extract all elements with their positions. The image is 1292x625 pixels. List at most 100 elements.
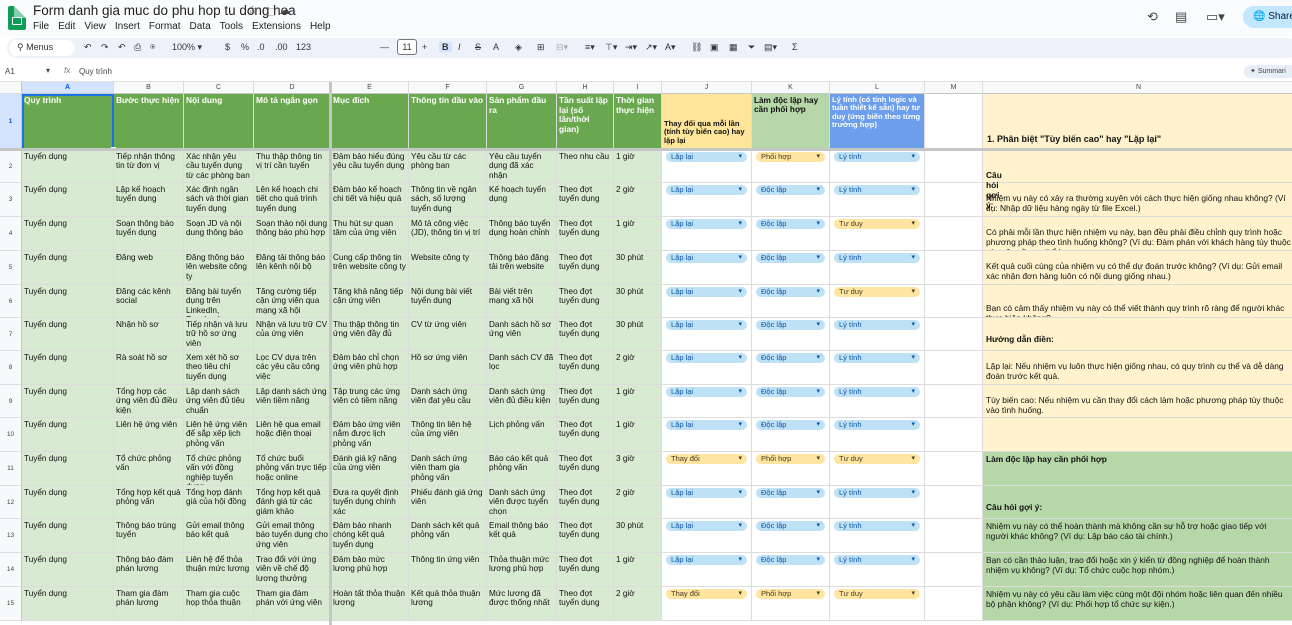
dropdown-cell-l[interactable]: Lý tính xyxy=(830,418,925,452)
dropdown-cell-k[interactable]: Độc lập xyxy=(752,385,830,418)
currency-button[interactable]: $ xyxy=(225,42,230,52)
empty-cell-m[interactable] xyxy=(925,418,983,452)
dropdown-chip[interactable]: Lặp lại xyxy=(666,555,747,565)
dropdown-cell-j[interactable]: Lặp lại xyxy=(662,251,752,285)
data-cell-g[interactable]: Danh sách hồ sơ ứng viên xyxy=(487,318,557,351)
column-header-f[interactable]: F xyxy=(409,82,487,94)
increase-decimal-button[interactable]: .00 xyxy=(275,42,288,52)
data-cell-b[interactable]: Nhận hồ sơ xyxy=(114,318,184,351)
data-cell-i[interactable]: 30 phút xyxy=(614,318,662,351)
data-cell-h[interactable]: Theo đợt tuyển dụng xyxy=(557,418,614,452)
dropdown-cell-l[interactable]: Lý tính xyxy=(830,385,925,418)
data-cell-e[interactable]: Đưa ra quyết định tuyển dụng chính xác xyxy=(331,486,409,519)
note-cell-n[interactable]: Có phải mỗi lần thực hiện nhiệm vụ này, … xyxy=(983,217,1292,251)
dropdown-cell-l[interactable]: Lý tính xyxy=(830,150,925,183)
dropdown-chip[interactable]: Độc lập xyxy=(756,521,825,531)
note-cell-n[interactable]: Bạn có cần thảo luận, trao đổi hoặc xin … xyxy=(983,553,1292,587)
data-cell-d[interactable]: Lập danh sách ứng viên tiềm năng xyxy=(254,385,331,418)
dropdown-chip[interactable]: Lặp lại xyxy=(666,521,747,531)
header-cell-c[interactable]: Nội dung xyxy=(184,94,254,150)
data-cell-a[interactable]: Tuyển dụng xyxy=(22,351,114,385)
note-cell-n[interactable]: Nhiệm vụ này có thể hoàn thành mà không … xyxy=(983,519,1292,553)
dropdown-cell-l[interactable]: Lý tính xyxy=(830,486,925,519)
header-cell-m[interactable] xyxy=(925,94,983,150)
data-cell-e[interactable]: Thu hút sự quan tâm của ứng viên xyxy=(331,217,409,251)
data-cell-h[interactable]: Theo đợt tuyển dụng xyxy=(557,519,614,553)
dropdown-chip[interactable]: Thay đổi xyxy=(666,589,747,599)
header-cell-i[interactable]: Thời gian thực hiện xyxy=(614,94,662,150)
menu-view[interactable]: View xyxy=(84,21,106,32)
note-cell-n[interactable]: Lặp lại: Nếu nhiệm vụ luôn thực hiện giố… xyxy=(983,351,1292,385)
dropdown-chip[interactable]: Độc lập xyxy=(756,185,825,195)
dropdown-chip[interactable]: Độc lập xyxy=(756,287,825,297)
dropdown-cell-j[interactable]: Lặp lại xyxy=(662,486,752,519)
data-cell-i[interactable]: 1 giờ xyxy=(614,385,662,418)
data-cell-h[interactable]: Theo đợt tuyển dụng xyxy=(557,183,614,217)
data-cell-i[interactable]: 2 giờ xyxy=(614,183,662,217)
empty-cell-m[interactable] xyxy=(925,452,983,486)
dropdown-chip[interactable]: Lý tính xyxy=(834,420,920,430)
row-header-8[interactable]: 8 xyxy=(0,351,22,385)
data-cell-b[interactable]: Tham gia đàm phán lương xyxy=(114,587,184,621)
data-cell-i[interactable]: 2 giờ xyxy=(614,351,662,385)
dropdown-chip[interactable]: Tư duy xyxy=(834,589,920,599)
data-cell-c[interactable]: Tham gia cuộc họp thỏa thuận xyxy=(184,587,254,621)
dropdown-cell-l[interactable]: Tư duy xyxy=(830,452,925,486)
data-cell-b[interactable]: Rà soát hồ sơ xyxy=(114,351,184,385)
dropdown-chip[interactable]: Lý tính xyxy=(834,555,920,565)
dropdown-cell-k[interactable]: Độc lập xyxy=(752,486,830,519)
dropdown-cell-l[interactable]: Lý tính xyxy=(830,251,925,285)
dropdown-chip[interactable]: Tư duy xyxy=(834,219,920,229)
row-header-11[interactable]: 11 xyxy=(0,452,22,486)
empty-cell-m[interactable] xyxy=(925,285,983,318)
data-cell-g[interactable]: Lịch phỏng vấn xyxy=(487,418,557,452)
dropdown-chip[interactable]: Độc lập xyxy=(756,555,825,565)
header-cell-h[interactable]: Tần suất lặp lại (số lần/thời gian) xyxy=(557,94,614,150)
filter-icon[interactable]: ⏷ xyxy=(748,42,755,53)
dropdown-chip[interactable]: Độc lập xyxy=(756,320,825,330)
insert-comment-icon[interactable]: ▣ xyxy=(710,42,719,53)
data-cell-g[interactable]: Danh sách ứng viên được tuyển chọn xyxy=(487,486,557,519)
data-cell-f[interactable]: Nội dung bài viết tuyển dụng xyxy=(409,285,487,318)
column-header-b[interactable]: B xyxy=(114,82,184,94)
data-cell-d[interactable]: Tổng hợp kết quả đánh giá từ các giám kh… xyxy=(254,486,331,519)
dropdown-cell-l[interactable]: Tư duy xyxy=(830,217,925,251)
dropdown-cell-k[interactable]: Phối hợp xyxy=(752,452,830,486)
bold-icon[interactable]: B xyxy=(439,42,452,52)
row-header-12[interactable]: 12 xyxy=(0,486,22,519)
data-cell-a[interactable]: Tuyển dụng xyxy=(22,418,114,452)
data-cell-g[interactable]: Kế hoạch tuyển dụng xyxy=(487,183,557,217)
data-cell-d[interactable]: Đăng tải thông báo lên kênh nội bộ xyxy=(254,251,331,285)
data-cell-d[interactable]: Tổ chức buổi phỏng vấn trực tiếp hoặc on… xyxy=(254,452,331,486)
dropdown-cell-l[interactable]: Tư duy xyxy=(830,587,925,621)
dropdown-cell-j[interactable]: Lặp lại xyxy=(662,418,752,452)
column-header-a[interactable]: A xyxy=(22,82,114,94)
data-cell-f[interactable]: Mô tả công việc (JD), thông tin vị trí xyxy=(409,217,487,251)
data-cell-c[interactable]: Đăng thông báo lên website công ty xyxy=(184,251,254,285)
note-cell-n[interactable]: Hướng dẫn điền: xyxy=(983,318,1292,351)
dropdown-chip[interactable]: Lặp lại xyxy=(666,320,747,330)
dropdown-chip[interactable]: Lặp lại xyxy=(666,152,747,162)
dropdown-chip[interactable]: Độc lập xyxy=(756,219,825,229)
data-cell-f[interactable]: Danh sách ứng viên tham gia phỏng vấn xyxy=(409,452,487,486)
column-header-i[interactable]: I xyxy=(614,82,662,94)
data-cell-e[interactable]: Đảm bảo kế hoạch chi tiết và hiệu quả xyxy=(331,183,409,217)
data-cell-c[interactable]: Tổ chức phỏng vấn với đồng nghiệp tuyển … xyxy=(184,452,254,486)
dropdown-cell-l[interactable]: Lý tính xyxy=(830,318,925,351)
borders-icon[interactable]: ⊞ xyxy=(537,42,545,53)
data-cell-d[interactable]: Thu thập thông tin vị trí cần tuyển xyxy=(254,150,331,183)
dropdown-chip[interactable]: Lý tính xyxy=(834,152,920,162)
column-header-m[interactable]: M xyxy=(925,82,983,94)
empty-cell-m[interactable] xyxy=(925,183,983,217)
data-cell-h[interactable]: Theo đợt tuyển dụng xyxy=(557,385,614,418)
data-cell-f[interactable]: Danh sách kết quả phỏng vấn xyxy=(409,519,487,553)
data-cell-g[interactable]: Thỏa thuận mức lương phù hợp xyxy=(487,553,557,587)
row-header-3[interactable]: 3 xyxy=(0,183,22,217)
row-header-6[interactable]: 6 xyxy=(0,285,22,318)
data-cell-a[interactable]: Tuyển dụng xyxy=(22,553,114,587)
summarize-button[interactable]: ✦ Summari xyxy=(1244,65,1292,78)
data-cell-g[interactable]: Danh sách CV đã lọc xyxy=(487,351,557,385)
data-cell-d[interactable]: Nhận và lưu trữ CV của ứng viên xyxy=(254,318,331,351)
dropdown-cell-l[interactable]: Lý tính xyxy=(830,183,925,217)
zoom-select[interactable]: 100% ▾ xyxy=(172,42,202,53)
